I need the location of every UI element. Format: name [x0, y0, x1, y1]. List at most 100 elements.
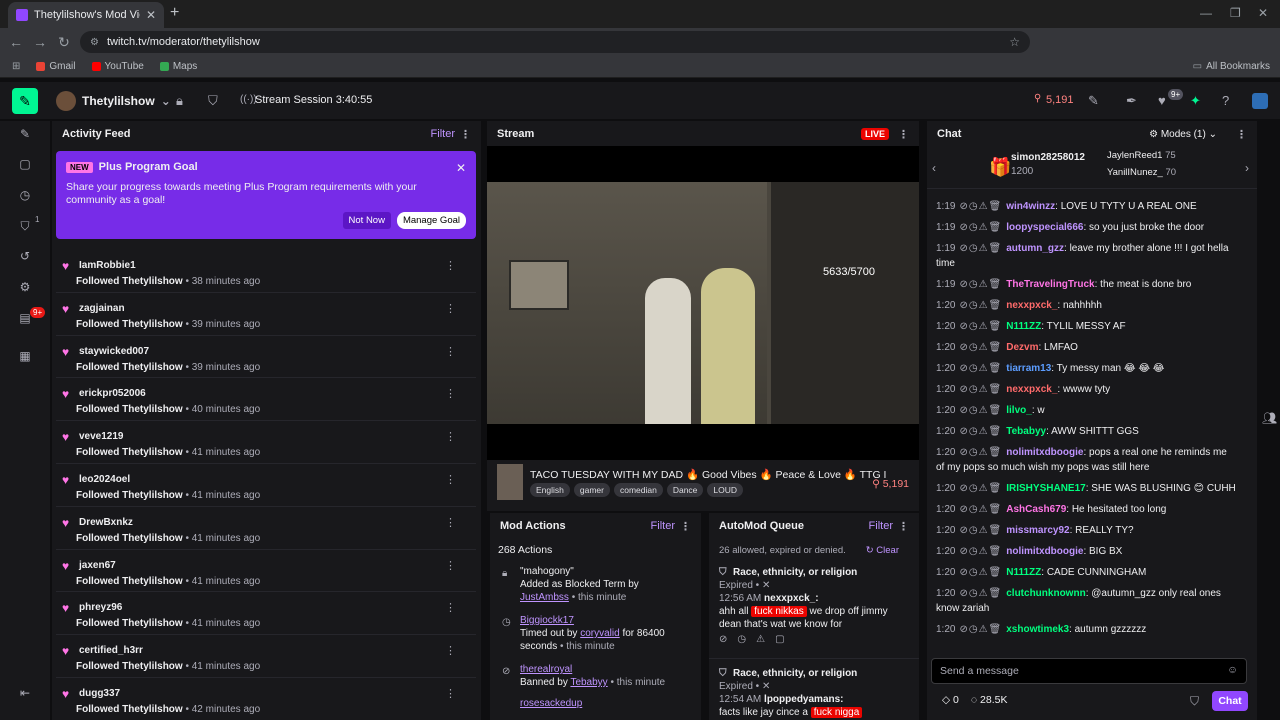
more-options-icon[interactable]: ⋮ [445, 516, 456, 529]
automod-user[interactable]: nexxpxck_: [764, 593, 818, 604]
activity-item[interactable]: ♥ IamRobbie1 Followed Thetylilshow • 38 mi… [56, 250, 476, 293]
more-options-icon[interactable]: ⋮ [445, 387, 456, 400]
chat-username[interactable]: Dezvm [1006, 342, 1038, 353]
activity-item[interactable]: ♥ DrewBxnkz Followed Thetylilshow • 41 min… [56, 507, 476, 550]
warning-icon[interactable]: ⚠ [756, 633, 765, 646]
manage-goal-button[interactable]: Manage Goal [396, 212, 466, 229]
bookmark-youtube[interactable]: YouTube [91, 61, 144, 72]
activity-item[interactable]: ♥ jaxen67 Followed Thetylilshow • 41 minut… [56, 550, 476, 593]
moderator-link[interactable]: coryvalid [580, 628, 619, 639]
more-options-icon[interactable]: ⋮ [445, 430, 456, 443]
more-options-icon[interactable]: ⋮ [445, 601, 456, 614]
chat-bubble-icon[interactable]: ▢ [18, 157, 32, 171]
leaderboard-entry[interactable]: YanilINunez_ 70 [1107, 167, 1176, 178]
close-window-icon[interactable]: ✕ [1258, 6, 1268, 20]
follower-name[interactable]: staywicked007 [79, 346, 149, 357]
pen-tool-icon[interactable]: ✎ [18, 127, 32, 141]
mod-action-icons[interactable]: ⊘◷⚠🗑︎ [959, 426, 1002, 437]
activity-item[interactable]: ♥ leo2024oel Followed Thetylilshow • 41 mi… [56, 464, 476, 507]
mod-action-icons[interactable]: ⊘◷⚠🗑︎ [959, 201, 1002, 212]
more-options-icon[interactable]: ⋮ [898, 520, 909, 533]
activity-item[interactable]: ♥ staywicked007 Followed Thetylilshow • 39… [56, 336, 476, 379]
chat-username[interactable]: tiarram13 [1006, 363, 1051, 374]
all-bookmarks[interactable]: ▭ All Bookmarks [1193, 61, 1270, 72]
leaderboard-prev-icon[interactable]: ‹ [932, 161, 936, 175]
mod-action-icons[interactable]: ⊘◷⚠🗑︎ [959, 546, 1002, 557]
sparkle-icon[interactable]: ✦ [1190, 93, 1201, 109]
chat-username[interactable]: TheTravelingTruck [1006, 279, 1094, 290]
more-options-icon[interactable]: ⋮ [680, 520, 691, 533]
shield-icon[interactable]: ⛉ [208, 93, 218, 109]
layout-icon[interactable]: ▦ [18, 349, 32, 363]
more-options-icon[interactable]: ⋮ [898, 128, 909, 141]
chat-username[interactable]: nexxpxck_ [1006, 300, 1057, 311]
follower-name[interactable]: zagjainan [79, 303, 125, 314]
mod-action-icons[interactable]: ⊘◷⚠🗑︎ [959, 342, 1002, 353]
activity-item[interactable]: ♥ phreyz96 Followed Thetylilshow • 41 minu… [56, 592, 476, 636]
chat-username[interactable]: AshCash679 [1006, 504, 1066, 515]
site-info-icon[interactable]: ⚙ [90, 37, 99, 48]
video-player[interactable] [487, 182, 919, 424]
mod-action-icons[interactable]: ⊘◷⚠🗑︎ [959, 567, 1002, 578]
activity-item[interactable]: ♥ veve1219 Followed Thetylilshow • 41 minu… [56, 421, 476, 464]
chat-username[interactable]: missmarcy92 [1006, 525, 1069, 536]
new-tab-icon[interactable]: + [170, 4, 179, 22]
mod-action-icons[interactable]: ⊘◷⚠🗑︎ [959, 384, 1002, 395]
chat-username[interactable]: clutchunknownn [1006, 588, 1085, 599]
clock-icon[interactable]: ◷ [18, 188, 32, 202]
stream-tag[interactable]: comedian [613, 483, 663, 497]
pen-icon[interactable]: ✒ [1126, 93, 1137, 109]
chat-username[interactable]: win4winzz [1006, 201, 1055, 212]
channel-points[interactable]: ◇ 0 [942, 694, 959, 706]
more-options-icon[interactable]: ⋮ [445, 644, 456, 657]
chat-username[interactable]: IRISHYSHANE17 [1006, 483, 1085, 494]
users-icon[interactable]: 👥︎ [1262, 411, 1277, 425]
stream-tag[interactable]: LOUD [707, 483, 744, 497]
leaderboard-next-icon[interactable]: › [1245, 161, 1249, 175]
automod-user[interactable]: lpoppedyamans: [764, 694, 843, 705]
follower-name[interactable]: IamRobbie1 [79, 260, 136, 271]
mod-action-icons[interactable]: ⊘◷⚠🗑︎ [959, 525, 1002, 536]
moderator-link[interactable]: Tebabyy [570, 677, 607, 688]
more-options-icon[interactable]: ⋮ [445, 687, 456, 700]
stream-tag[interactable]: gamer [573, 483, 610, 497]
dismiss-icon[interactable]: ✕ [762, 681, 770, 692]
chat-username[interactable]: N111ZZ [1006, 321, 1041, 332]
bookmark-gmail[interactable]: Gmail [36, 61, 76, 72]
chat-username[interactable]: N111ZZ [1006, 567, 1041, 578]
mod-action-icons[interactable]: ⊘◷⚠🗑︎ [959, 243, 1002, 254]
activity-item[interactable]: ♥ dugg337 Followed Thetylilshow • 42 minut… [56, 678, 476, 720]
mod-shield-icon[interactable]: ⛉ [1190, 694, 1199, 709]
user-link[interactable]: rosesackedup [520, 697, 691, 710]
emote-icon[interactable]: ☺ [1227, 664, 1238, 676]
activity-item[interactable]: ♥ zagjainan Followed Thetylilshow • 39 min… [56, 293, 476, 336]
follower-name[interactable]: erickpr052006 [79, 388, 146, 399]
follower-name[interactable]: certified_h3rr [79, 645, 143, 656]
chat-username[interactable]: xshowtimek3 [1006, 624, 1069, 635]
more-options-icon[interactable]: ⋮ [445, 473, 456, 486]
chat-icon[interactable]: ▢ [775, 633, 784, 646]
reload-icon[interactable]: ↻ [52, 34, 76, 51]
lock-icon[interactable]: 🔒︎ [176, 93, 183, 109]
address-bar[interactable]: ⚙ twitch.tv/moderator/thetylilshow ☆ [80, 31, 1030, 53]
chat-username[interactable]: nolimitxdboogie [1006, 546, 1083, 557]
follower-name[interactable]: jaxen67 [79, 560, 116, 571]
more-options-icon[interactable]: ⋮ [445, 345, 456, 358]
forward-icon[interactable]: → [28, 34, 52, 50]
ban-icon[interactable]: ⊘ [719, 633, 727, 646]
automod-icon[interactable]: ⚙ [18, 280, 32, 294]
shield-icon[interactable]: ⛉ [18, 219, 32, 233]
chat-input[interactable]: Send a message ☺ [931, 658, 1247, 684]
mod-action-icons[interactable]: ⊘◷⚠🗑︎ [959, 279, 1002, 290]
timeout-icon[interactable]: ◷ [737, 633, 746, 646]
more-options-icon[interactable]: ⋮ [1236, 128, 1247, 141]
follower-name[interactable]: leo2024oel [79, 474, 130, 485]
chat-username[interactable]: lilvo_ [1006, 405, 1032, 416]
help-icon[interactable]: ? [1222, 93, 1229, 108]
not-now-button[interactable]: Not Now [342, 212, 391, 229]
heart-icon[interactable]: ♥ [1158, 93, 1166, 108]
moderator-link[interactable]: JustAmbss [520, 592, 569, 603]
mod-action-icons[interactable]: ⊘◷⚠🗑︎ [959, 222, 1002, 233]
mod-action-icons[interactable]: ⊘◷⚠🗑︎ [959, 624, 1002, 635]
mod-action-icons[interactable]: ⊘◷⚠🗑︎ [959, 405, 1002, 416]
